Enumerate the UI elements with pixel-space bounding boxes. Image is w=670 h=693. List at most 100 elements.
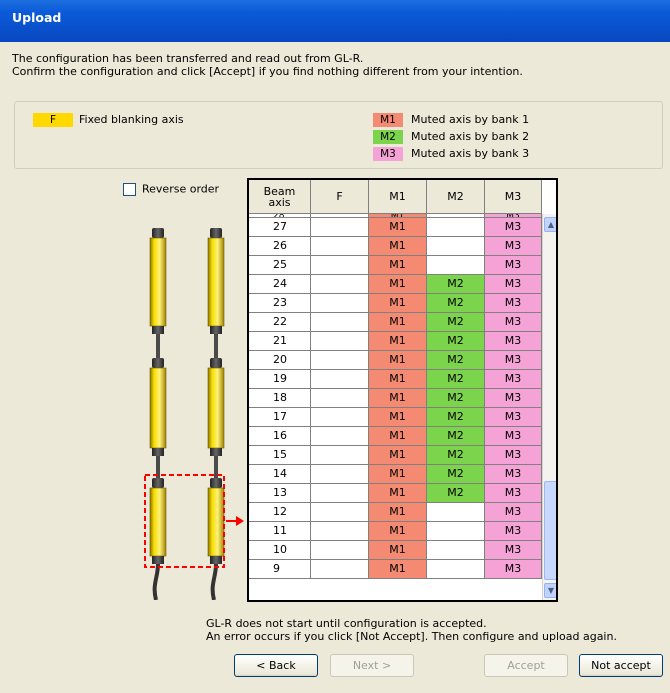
table-row[interactable]: 12 M1 M3 bbox=[249, 503, 542, 522]
cell-m2: M2 bbox=[427, 484, 485, 502]
table-row[interactable]: 10 M1 M3 bbox=[249, 541, 542, 560]
cell-beam-axis: 14 bbox=[249, 465, 311, 483]
legend-m1-swatch: M1 bbox=[373, 113, 403, 127]
chevron-up-icon[interactable]: ▲ bbox=[544, 217, 556, 232]
table-row[interactable]: 19 M1 M2 M3 bbox=[249, 370, 542, 389]
cell-m2: M2 bbox=[427, 275, 485, 293]
table-row[interactable]: 20 M1 M2 M3 bbox=[249, 351, 542, 370]
column-header-label: Beam axis bbox=[263, 184, 296, 209]
legend-m2-swatch: M2 bbox=[373, 130, 403, 144]
table-row[interactable]: 16 M1 M2 M3 bbox=[249, 427, 542, 446]
table-row[interactable]: 17 M1 M2 M3 bbox=[249, 408, 542, 427]
table-row[interactable]: 21 M1 M2 M3 bbox=[249, 332, 542, 351]
cell-m3: M3 bbox=[485, 503, 542, 521]
cell-f bbox=[311, 541, 369, 559]
table-row[interactable]: 22 M1 M2 M3 bbox=[249, 313, 542, 332]
accept-button[interactable]: Accept bbox=[484, 654, 568, 677]
reverse-order-label[interactable]: Reverse order bbox=[142, 183, 219, 196]
cell-m3: M3 bbox=[485, 446, 542, 464]
cell-m1: M1 bbox=[369, 389, 427, 407]
cell-beam-axis: 15 bbox=[249, 446, 311, 464]
table-row[interactable]: 27 M1 M3 bbox=[249, 218, 542, 237]
window-titlebar[interactable]: Upload bbox=[0, 0, 670, 42]
column-header-m3: M3 bbox=[485, 180, 542, 213]
cell-m3: M3 bbox=[485, 332, 542, 350]
table-scrollbar[interactable]: ▲ ▼ bbox=[542, 214, 556, 600]
cell-beam-axis: 12 bbox=[249, 503, 311, 521]
cell-beam-axis: 11 bbox=[249, 522, 311, 540]
cell-m1: M1 bbox=[369, 370, 427, 388]
cell-m2 bbox=[427, 256, 485, 274]
table-row[interactable]: 18 M1 M2 M3 bbox=[249, 389, 542, 408]
table-row[interactable]: 13 M1 M2 M3 bbox=[249, 484, 542, 503]
cell-f bbox=[311, 427, 369, 445]
cell-m3: M3 bbox=[485, 560, 542, 578]
cell-f bbox=[311, 237, 369, 255]
legend-panel: F Fixed blanking axis M1 Muted axis by b… bbox=[14, 101, 663, 169]
cell-beam-axis: 16 bbox=[249, 427, 311, 445]
cell-m2 bbox=[427, 503, 485, 521]
cell-beam-axis: 18 bbox=[249, 389, 311, 407]
table-row[interactable]: 23 M1 M2 M3 bbox=[249, 294, 542, 313]
beam-axis-table[interactable]: Beam axis F M1 M2 M3 28M1M327M1M326M1M32… bbox=[247, 178, 558, 602]
table-row[interactable]: 15 M1 M2 M3 bbox=[249, 446, 542, 465]
legend-m1-label: Muted axis by bank 1 bbox=[411, 113, 530, 126]
column-header-m1: M1 bbox=[369, 180, 427, 213]
legend-m3-swatch: M3 bbox=[373, 147, 403, 161]
cell-beam-axis: 10 bbox=[249, 541, 311, 559]
cell-m3: M3 bbox=[485, 465, 542, 483]
cell-m2: M2 bbox=[427, 408, 485, 426]
cell-f bbox=[311, 560, 369, 578]
cell-m1: M1 bbox=[369, 465, 427, 483]
cell-beam-axis: 13 bbox=[249, 484, 311, 502]
scrollbar-thumb[interactable] bbox=[544, 481, 556, 580]
cell-f bbox=[311, 408, 369, 426]
cell-m1: M1 bbox=[369, 503, 427, 521]
cell-m2: M2 bbox=[427, 294, 485, 312]
cell-m2: M2 bbox=[427, 370, 485, 388]
intro-line-1: The configuration has been transferred a… bbox=[12, 52, 364, 65]
cell-beam-axis: 23 bbox=[249, 294, 311, 312]
cell-f bbox=[311, 275, 369, 293]
back-button[interactable]: < Back bbox=[234, 654, 318, 677]
cell-m3: M3 bbox=[485, 256, 542, 274]
cell-beam-axis: 22 bbox=[249, 313, 311, 331]
cell-m2: M2 bbox=[427, 313, 485, 331]
reverse-order-row[interactable]: Reverse order bbox=[123, 182, 219, 196]
cell-m2: M2 bbox=[427, 427, 485, 445]
cell-beam-axis: 26 bbox=[249, 237, 311, 255]
sensor-column-right bbox=[207, 228, 225, 600]
cell-m3: M3 bbox=[485, 351, 542, 369]
table-row[interactable]: 25 M1 M3 bbox=[249, 256, 542, 275]
cell-beam-axis: 28 bbox=[249, 214, 311, 217]
cell-m3: M3 bbox=[485, 237, 542, 255]
cell-m1: M1 bbox=[369, 541, 427, 559]
chevron-down-icon[interactable]: ▼ bbox=[544, 583, 556, 598]
cell-beam-axis: 24 bbox=[249, 275, 311, 293]
not-accept-button[interactable]: Not accept bbox=[579, 654, 663, 677]
cell-f bbox=[311, 218, 369, 236]
reverse-order-checkbox[interactable] bbox=[123, 182, 136, 196]
cell-m3: M3 bbox=[485, 370, 542, 388]
table-row[interactable]: 14 M1 M2 M3 bbox=[249, 465, 542, 484]
cell-m2 bbox=[427, 560, 485, 578]
cell-f bbox=[311, 332, 369, 350]
next-button[interactable]: Next > bbox=[330, 654, 414, 677]
table-row[interactable]: 9 M1 M3 bbox=[249, 560, 542, 579]
cell-f bbox=[311, 389, 369, 407]
cell-m3: M3 bbox=[485, 294, 542, 312]
accept-note: GL-R does not start until configuration … bbox=[206, 617, 617, 643]
cell-f bbox=[311, 465, 369, 483]
cell-m1: M1 bbox=[369, 351, 427, 369]
cell-m2: M2 bbox=[427, 446, 485, 464]
cell-m3: M3 bbox=[485, 408, 542, 426]
cell-m3: M3 bbox=[485, 218, 542, 236]
table-row[interactable]: 11 M1 M3 bbox=[249, 522, 542, 541]
cell-m1: M1 bbox=[369, 522, 427, 540]
cell-m3: M3 bbox=[485, 522, 542, 540]
table-row[interactable]: 26 M1 M3 bbox=[249, 237, 542, 256]
cell-m3: M3 bbox=[485, 427, 542, 445]
cell-m2 bbox=[427, 541, 485, 559]
table-row[interactable]: 24 M1 M2 M3 bbox=[249, 275, 542, 294]
cell-m1: M1 bbox=[369, 484, 427, 502]
